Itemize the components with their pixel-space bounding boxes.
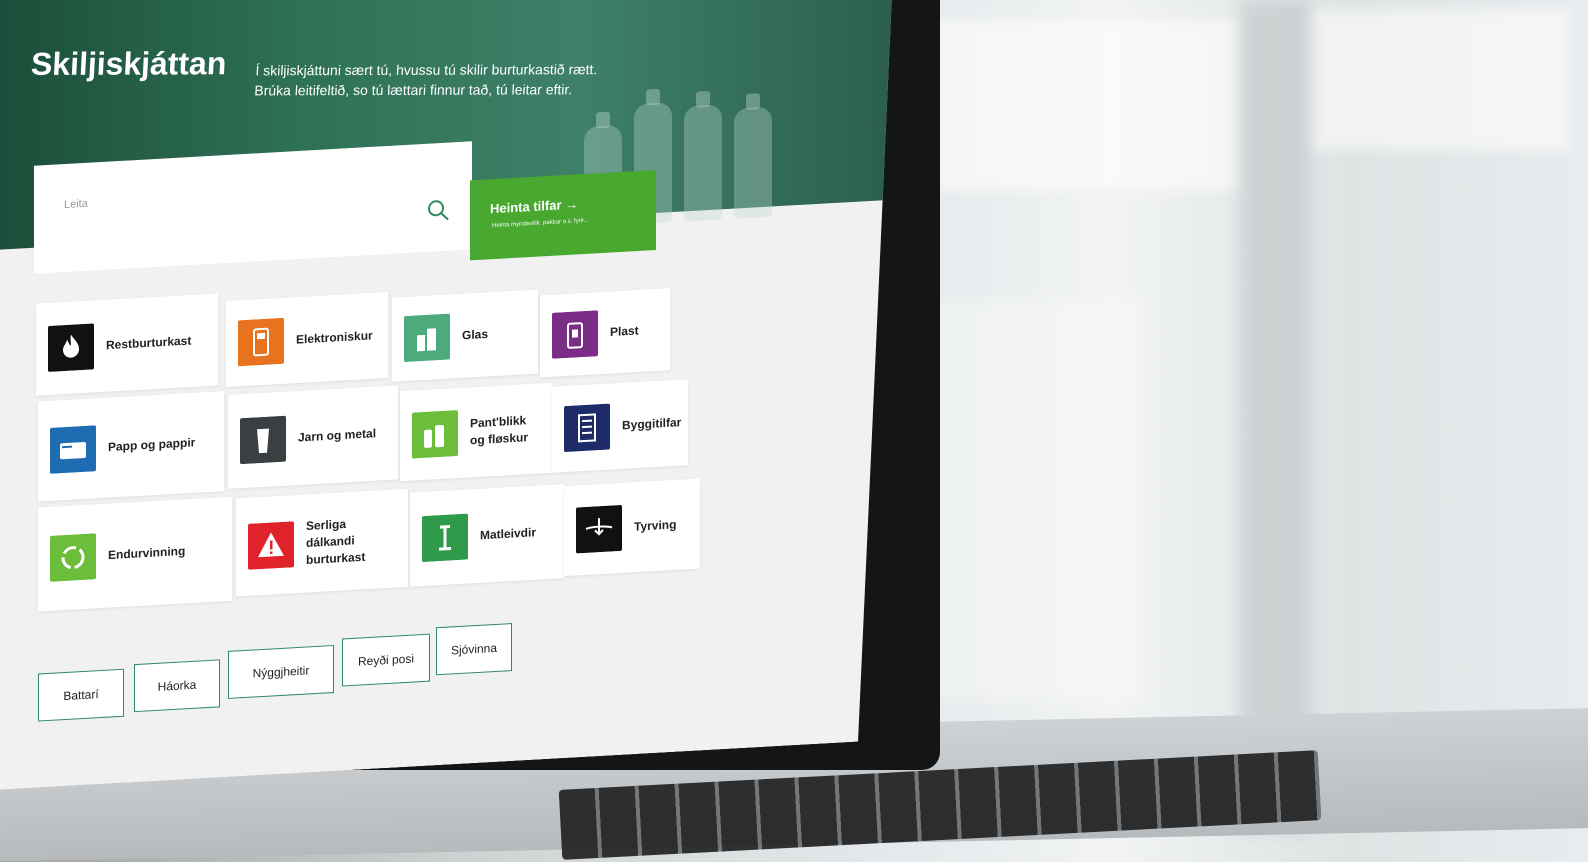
bottle-image [734,107,772,219]
hazard-icon [248,521,294,570]
category-label: Tyrving [634,517,677,534]
request-material-button[interactable]: Heinta tilfar → Heinta myndavélir, pakka… [470,170,656,260]
category-tile[interactable]: Plast [540,288,670,377]
site-title[interactable]: Skiljiskjáttan [30,45,227,83]
quick-link-chip[interactable]: Sjóvinna [436,623,512,675]
category-label: Matleivdir [480,525,537,543]
category-tile[interactable]: Jarn og metal [228,385,398,489]
plastic-icon [552,310,598,359]
search-input[interactable] [62,179,406,212]
quick-link-chip[interactable]: Reyði posi [342,634,430,687]
cta-title: Heinta tilfar → [490,196,579,217]
food-waste-icon [422,513,468,562]
bottle-image [684,104,722,221]
category-tile[interactable]: Elektroniskur [226,292,388,387]
compost-icon [576,505,622,554]
category-tile[interactable]: Endurvinning [38,497,232,612]
deposit-bottles-icon [412,410,458,459]
intro-text: Í skiljiskjáttuni sært tú, hvussu tú ski… [254,61,598,99]
category-label: Elektroniskur [296,328,373,347]
category-label: Papp og pappir [108,435,196,455]
metal-can-icon [240,416,286,465]
flame-icon [48,323,94,372]
category-tile[interactable]: Papp og pappir [38,391,224,501]
search-icon[interactable] [426,198,450,223]
quick-link-chip[interactable]: Nýggjheitir [228,645,334,699]
category-label: Glas [462,326,489,343]
category-tile[interactable]: Pant'blikk og fløskur [400,383,552,481]
search-box [34,141,472,273]
glass-bottles-icon [404,314,450,363]
category-tile[interactable]: Glas [392,290,538,382]
category-label: Endurvinning [108,543,186,563]
laptop-screen: Skiljiskjáttan Í skiljiskjáttuni sært tú… [0,0,894,790]
cta-subtitle: Heinta myndavélir, pakkar o.s. fyrir... [492,217,589,230]
category-tile[interactable]: Restburturkast [36,293,218,395]
paper-icon [50,425,96,474]
background-window [1310,10,1570,150]
quick-link-chip[interactable]: Battarí [38,669,124,722]
category-label: Serliga dálkandi burturkast [306,516,366,568]
category-tile[interactable]: Matleivdir [410,484,564,587]
category-label: Pant'blikk og fløskur [470,413,529,448]
category-label: Restburturkast [106,333,192,353]
category-label: Byggitilfar [622,415,682,433]
electronics-icon [238,318,284,367]
category-tile[interactable]: Serliga dálkandi burturkast [236,489,408,597]
background-pillar [1240,0,1310,831]
category-tile[interactable]: Tyrving [564,479,700,577]
category-label: Plast [610,323,639,340]
quick-link-chip[interactable]: Háorka [134,659,220,712]
recycle-icon [50,533,96,582]
category-label: Jarn og metal [298,426,377,445]
category-tile[interactable]: Byggitilfar [552,379,688,473]
building-material-icon [564,404,610,453]
